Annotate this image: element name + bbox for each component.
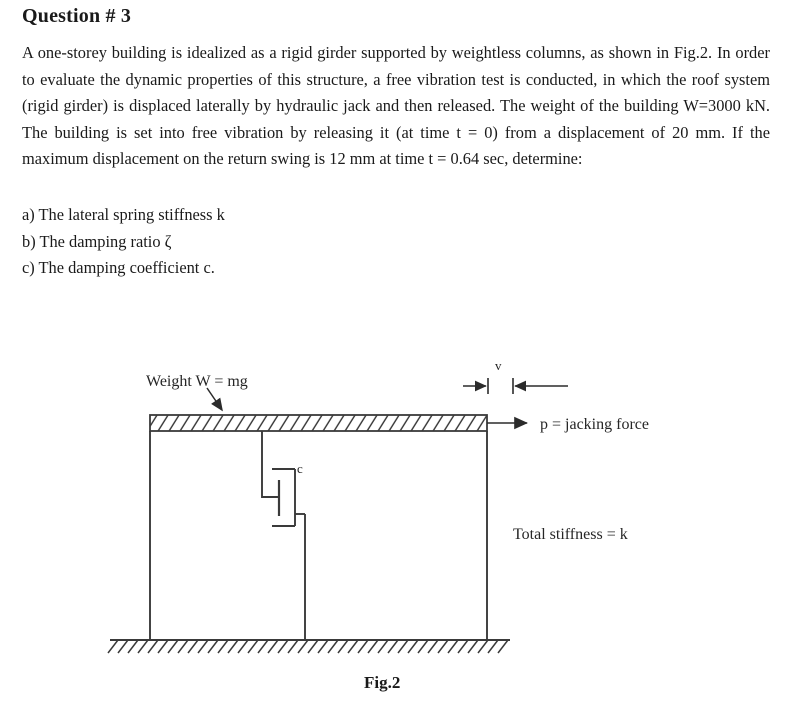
damper-assembly: c [261, 431, 305, 527]
figure-caption: Fig.2 [364, 673, 400, 692]
question-page: Question # 3 A one-storey building is id… [0, 0, 788, 720]
damper-label: c [297, 461, 303, 476]
question-part-b: b) The damping ratio ζ [22, 231, 172, 251]
page-title: Question # 3 [22, 5, 132, 27]
figure-diagram: Weight W = mg v p = jacking force Total … [107, 358, 649, 692]
damper-hanger [261, 431, 279, 498]
jacking-force-label: p = jacking force [540, 416, 649, 433]
question-parts-list: a) The lateral spring stiffness k b) The… [22, 202, 622, 282]
question-part-c: c) The damping coefficient c. [22, 258, 215, 277]
weight-leader-line [206, 387, 223, 412]
question-body-text: A one-storey building is idealized as a … [22, 43, 770, 168]
question-part-a: a) The lateral spring stiffness k [22, 205, 225, 224]
weight-label: Weight W = mg [146, 373, 248, 390]
total-stiffness-label: Total stiffness = k [513, 526, 628, 543]
ground-hatching [107, 639, 509, 654]
displacement-label: v [495, 358, 502, 373]
displacement-dimension [463, 378, 568, 394]
rigid-girder [149, 414, 488, 432]
